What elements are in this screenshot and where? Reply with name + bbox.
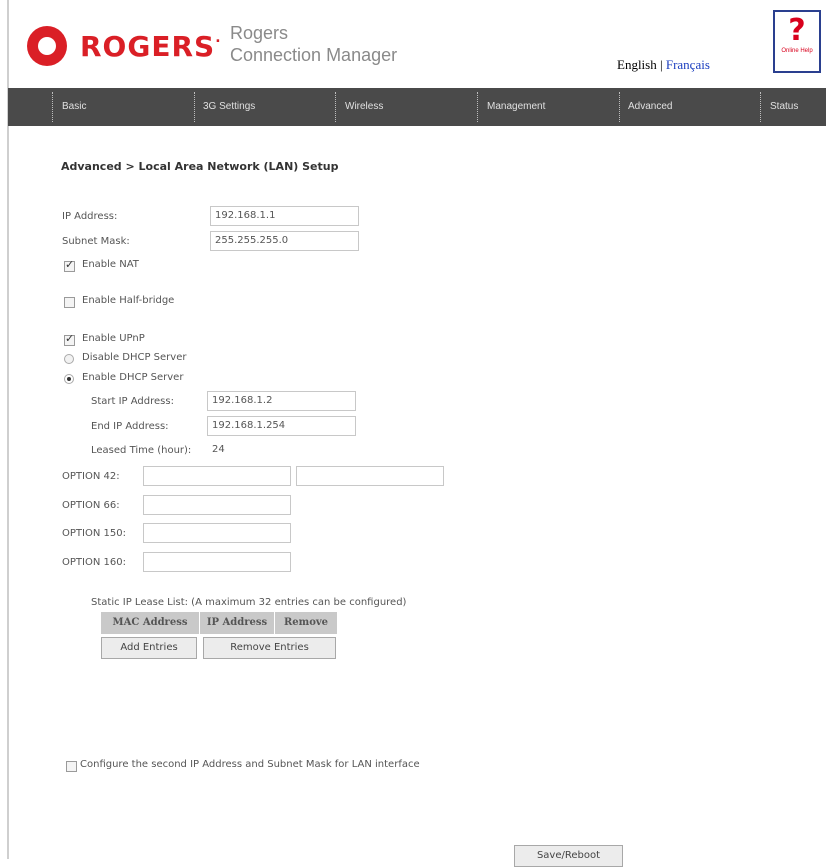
- leased-time-label: Leased Time (hour):: [91, 445, 192, 456]
- main-nav: Basic 3G Settings Wireless Management Ad…: [8, 88, 826, 126]
- lang-french-link[interactable]: Français: [666, 57, 710, 72]
- rogers-logo-icon: [27, 26, 67, 66]
- lang-english[interactable]: English: [617, 57, 657, 72]
- nav-3g-settings[interactable]: 3G Settings: [203, 88, 255, 126]
- nav-advanced[interactable]: Advanced: [628, 88, 672, 126]
- disable-dhcp-label: Disable DHCP Server: [82, 352, 187, 363]
- page-left-border: [7, 0, 9, 859]
- option-66-label: OPTION 66:: [62, 500, 120, 511]
- option-160-input[interactable]: [143, 552, 291, 572]
- online-help-button[interactable]: ? Online Help: [773, 10, 821, 73]
- brand-name: ROGERS.: [80, 30, 222, 63]
- start-ip-input[interactable]: 192.168.1.2: [207, 391, 356, 411]
- leased-time-input[interactable]: 24: [207, 440, 356, 460]
- product-name: Rogers Connection Manager: [230, 23, 398, 65]
- option-66-input[interactable]: [143, 495, 291, 515]
- option-160-label: OPTION 160:: [62, 557, 126, 568]
- nav-status[interactable]: Status: [770, 88, 798, 126]
- enable-nat-checkbox[interactable]: [64, 258, 75, 272]
- column-header-ip: IP Address: [200, 612, 274, 634]
- nav-wireless[interactable]: Wireless: [345, 88, 383, 126]
- nav-basic[interactable]: Basic: [62, 88, 86, 126]
- second-ip-label: Configure the second IP Address and Subn…: [80, 759, 420, 770]
- enable-dhcp-radio[interactable]: [64, 374, 74, 384]
- question-mark-icon: ?: [788, 13, 806, 48]
- breadcrumb: Advanced > Local Area Network (LAN) Setu…: [61, 160, 339, 173]
- enable-nat-label: Enable NAT: [82, 259, 139, 270]
- static-lease-title: Static IP Lease List: (A maximum 32 entr…: [91, 597, 407, 608]
- option-42-input-1[interactable]: [143, 466, 291, 486]
- nav-separator: [760, 92, 761, 122]
- remove-entries-button[interactable]: Remove Entries: [203, 637, 336, 659]
- second-ip-checkbox[interactable]: [66, 761, 77, 772]
- column-header-mac: MAC Address: [101, 612, 199, 634]
- column-header-remove: Remove: [275, 612, 337, 634]
- end-ip-input[interactable]: 192.168.1.254: [207, 416, 356, 436]
- option-42-label: OPTION 42:: [62, 471, 120, 482]
- nav-separator: [619, 92, 620, 122]
- enable-half-bridge-checkbox[interactable]: [64, 297, 75, 308]
- enable-upnp-label: Enable UPnP: [82, 333, 145, 344]
- add-entries-button[interactable]: Add Entries: [101, 637, 197, 659]
- nav-separator: [335, 92, 336, 122]
- nav-separator: [52, 92, 53, 122]
- nav-management[interactable]: Management: [487, 88, 545, 126]
- subnet-mask-input[interactable]: 255.255.255.0: [210, 231, 359, 251]
- option-150-label: OPTION 150:: [62, 528, 126, 539]
- disable-dhcp-radio[interactable]: [64, 354, 74, 364]
- nav-separator: [194, 92, 195, 122]
- enable-half-bridge-label: Enable Half-bridge: [82, 295, 175, 306]
- option-150-input[interactable]: [143, 523, 291, 543]
- nav-separator: [477, 92, 478, 122]
- subnet-mask-label: Subnet Mask:: [62, 236, 130, 247]
- ip-address-input[interactable]: 192.168.1.1: [210, 206, 359, 226]
- option-42-input-2[interactable]: [296, 466, 444, 486]
- online-help-label: Online Help: [781, 48, 813, 54]
- language-selector: English | Français: [617, 57, 710, 73]
- start-ip-label: Start IP Address:: [91, 396, 174, 407]
- lang-separator: |: [659, 57, 663, 72]
- enable-dhcp-label: Enable DHCP Server: [82, 372, 184, 383]
- enable-upnp-checkbox[interactable]: [64, 332, 75, 346]
- ip-address-label: IP Address:: [62, 211, 118, 222]
- end-ip-label: End IP Address:: [91, 421, 169, 432]
- save-reboot-button[interactable]: Save/Reboot: [514, 845, 623, 867]
